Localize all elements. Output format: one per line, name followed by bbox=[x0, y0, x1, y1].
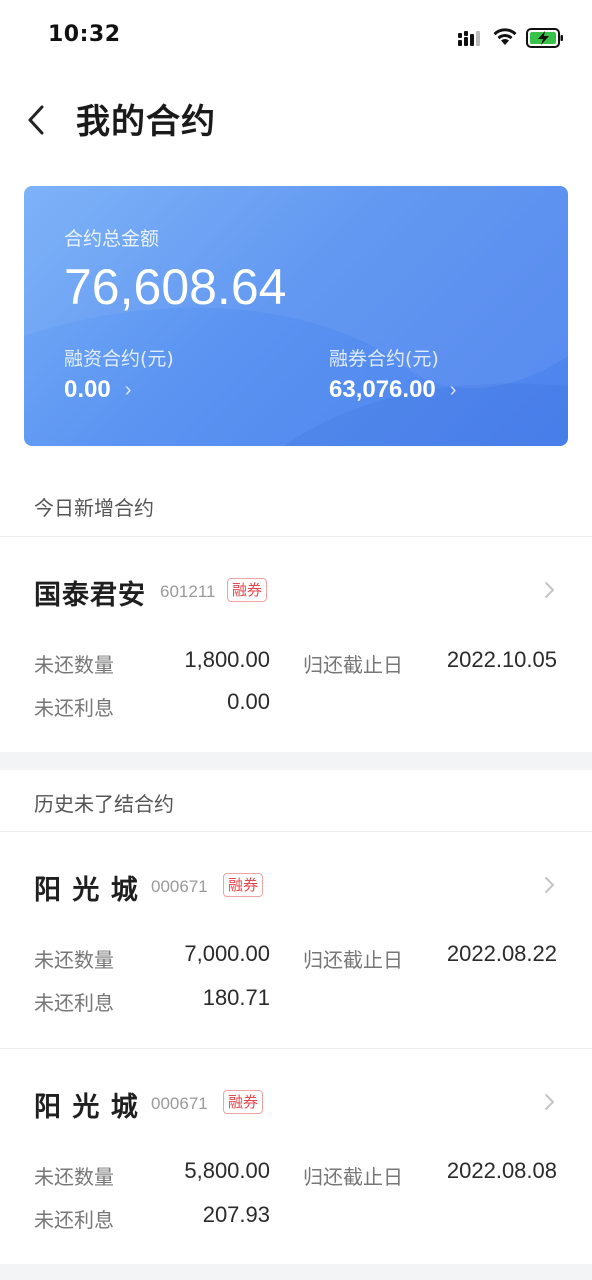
contract-type-tag: 融券 bbox=[223, 873, 264, 897]
due-date-label: 归还截止日 bbox=[303, 948, 403, 972]
unpaid-interest-label: 未还利息 bbox=[34, 696, 114, 720]
bottom-gap bbox=[0, 1264, 592, 1280]
contract-stock-name: 阳 光 城 bbox=[34, 875, 139, 906]
status-bar: 10:32 bbox=[0, 0, 592, 76]
contract-item[interactable]: 阳 光 城 000671 融券 未还数量 5,800.00 未还利息 207.9… bbox=[0, 1049, 592, 1264]
total-amount-value: 76,608.64 bbox=[64, 259, 287, 315]
screen: 10:32 我的合约 合约总金额 76,608.64 融资合约(元) 0.00 … bbox=[0, 0, 592, 1280]
contract-stock-name: 国泰君安 bbox=[34, 580, 146, 611]
due-date-value: 2022.10.05 bbox=[446, 647, 557, 672]
page-title: 我的合约 bbox=[76, 102, 216, 142]
summary-card: 合约总金额 76,608.64 融资合约(元) 0.00 › 融券合约(元) 6… bbox=[24, 186, 568, 446]
contract-type-tag: 融券 bbox=[227, 578, 268, 602]
due-date-label: 归还截止日 bbox=[303, 653, 403, 677]
chevron-left-icon bbox=[28, 105, 44, 135]
contract-stock-code: 000671 bbox=[151, 1094, 208, 1113]
chevron-right-icon: › bbox=[449, 378, 457, 401]
unpaid-interest-value: 207.93 bbox=[202, 1202, 270, 1227]
unpaid-interest-label: 未还利息 bbox=[34, 991, 114, 1015]
contract-stock-code: 000671 bbox=[151, 877, 208, 896]
unpaid-quantity-label: 未还数量 bbox=[34, 948, 114, 972]
section-today-title: 今日新增合约 bbox=[34, 496, 154, 520]
unpaid-interest-value: 0.00 bbox=[227, 689, 270, 714]
due-date-label: 归还截止日 bbox=[303, 1165, 403, 1189]
chevron-right-icon bbox=[545, 582, 554, 598]
chevron-right-icon: › bbox=[124, 378, 132, 401]
section-history-title: 历史未了结合约 bbox=[34, 792, 174, 816]
due-date-value: 2022.08.08 bbox=[446, 1158, 557, 1183]
wifi-icon bbox=[493, 28, 517, 45]
securities-contract-link[interactable]: 63,076.00 › bbox=[329, 376, 456, 404]
unpaid-interest-label: 未还利息 bbox=[34, 1208, 114, 1232]
unpaid-quantity-value: 5,800.00 bbox=[184, 1158, 270, 1183]
unpaid-quantity-value: 7,000.00 bbox=[184, 941, 270, 966]
due-date-value: 2022.08.22 bbox=[446, 941, 557, 966]
cellular-signal-icon bbox=[458, 31, 480, 46]
unpaid-quantity-label: 未还数量 bbox=[34, 1165, 114, 1189]
contract-stock-code: 601211 bbox=[160, 582, 216, 601]
battery-charging-icon bbox=[526, 28, 563, 48]
financing-contract-label: 融资合约(元) bbox=[64, 348, 174, 370]
section-gap bbox=[0, 752, 592, 770]
financing-contract-value: 0.00 bbox=[64, 376, 111, 403]
unpaid-quantity-label: 未还数量 bbox=[34, 653, 114, 677]
chevron-right-icon bbox=[545, 877, 554, 893]
unpaid-quantity-value: 1,800.00 bbox=[184, 647, 270, 672]
contract-item[interactable]: 阳 光 城 000671 融券 未还数量 7,000.00 未还利息 180.7… bbox=[0, 832, 592, 1048]
contract-item[interactable]: 国泰君安 601211 融券 未还数量 1,800.00 未还利息 0.00 归… bbox=[0, 537, 592, 752]
contract-stock-name: 阳 光 城 bbox=[34, 1092, 139, 1123]
contract-type-tag: 融券 bbox=[223, 1090, 264, 1114]
back-button[interactable] bbox=[14, 98, 58, 142]
unpaid-interest-value: 180.71 bbox=[202, 985, 270, 1010]
financing-contract-link[interactable]: 0.00 › bbox=[64, 376, 131, 404]
chevron-right-icon bbox=[545, 1094, 554, 1110]
securities-contract-value: 63,076.00 bbox=[329, 376, 436, 403]
total-amount-label: 合约总金额 bbox=[64, 228, 160, 250]
status-time: 10:32 bbox=[48, 22, 121, 47]
securities-contract-label: 融券合约(元) bbox=[329, 348, 439, 370]
